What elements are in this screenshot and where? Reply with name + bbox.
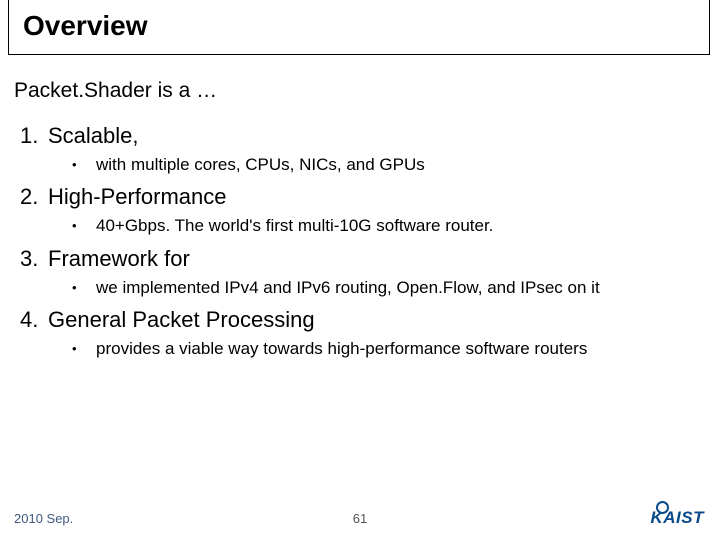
sub-item-text: provides a viable way towards high-perfo… — [96, 339, 587, 358]
list-item: General Packet Processing provides a via… — [20, 305, 706, 360]
sub-item-text: with multiple cores, CPUs, NICs, and GPU… — [96, 155, 425, 174]
list-item: High-Performance 40+Gbps. The world's fi… — [20, 182, 706, 237]
sub-list: with multiple cores, CPUs, NICs, and GPU… — [20, 153, 706, 177]
logo-text-rest: AIST — [663, 508, 704, 527]
title-box: Overview — [8, 0, 710, 55]
sub-item: with multiple cores, CPUs, NICs, and GPU… — [72, 153, 706, 177]
kaist-logo: KAIST — [650, 508, 704, 528]
footer-page-number: 61 — [353, 511, 367, 526]
sub-list: we implemented IPv4 and IPv6 routing, Op… — [20, 276, 706, 300]
list-item-head: Framework for — [48, 246, 190, 271]
sub-item-text: we implemented IPv4 and IPv6 routing, Op… — [96, 278, 600, 297]
slide-title: Overview — [23, 10, 695, 42]
list-item: Scalable, with multiple cores, CPUs, NIC… — [20, 121, 706, 176]
list-item-head: General Packet Processing — [48, 307, 315, 332]
sub-item: we implemented IPv4 and IPv6 routing, Op… — [72, 276, 706, 300]
sub-item: provides a viable way towards high-perfo… — [72, 337, 706, 361]
sub-list: 40+Gbps. The world's first multi-10G sof… — [20, 214, 706, 238]
content-area: Packet.Shader is a … Scalable, with mult… — [0, 55, 720, 361]
slide: Overview Packet.Shader is a … Scalable, … — [0, 0, 720, 540]
list-item-head: Scalable, — [48, 123, 139, 148]
list-item-head: High-Performance — [48, 184, 227, 209]
sub-list: provides a viable way towards high-perfo… — [20, 337, 706, 361]
footer-date: 2010 Sep. — [14, 511, 73, 526]
footer: 2010 Sep. 61 KAIST — [0, 502, 720, 526]
intro-text: Packet.Shader is a … — [14, 79, 706, 103]
main-list: Scalable, with multiple cores, CPUs, NIC… — [14, 121, 706, 361]
sub-item: 40+Gbps. The world's first multi-10G sof… — [72, 214, 706, 238]
sub-item-text: 40+Gbps. The world's first multi-10G sof… — [96, 216, 493, 235]
list-item: Framework for we implemented IPv4 and IP… — [20, 244, 706, 299]
